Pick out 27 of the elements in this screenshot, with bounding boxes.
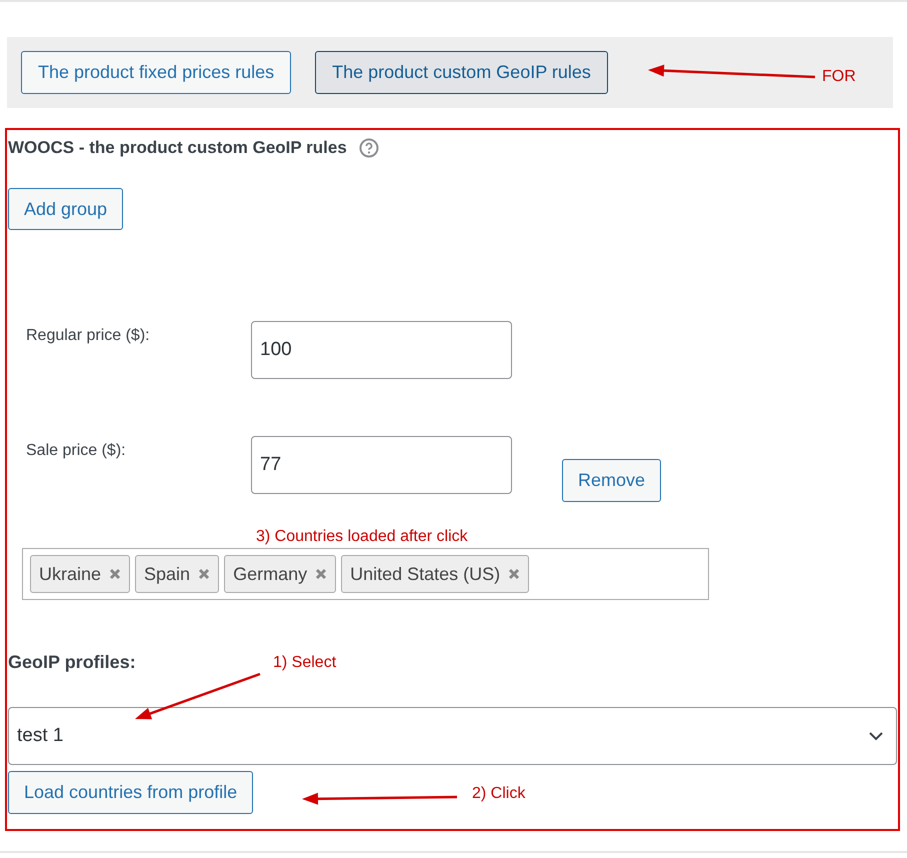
country-tag: Ukraine <box>30 555 130 593</box>
section-title: WOOCS - the product custom GeoIP rules <box>8 138 347 158</box>
price-field[interactable]: 77 <box>251 436 512 494</box>
tab[interactable]: The product fixed prices rules <box>21 51 292 94</box>
country-tag: Spain <box>135 555 220 593</box>
load-countries-button[interactable]: Load countries from profile <box>8 771 254 814</box>
countries-field[interactable]: Ukraine Spain Germany United States (US) <box>22 548 709 600</box>
chevron-down-icon <box>868 731 884 741</box>
remove-icon[interactable] <box>109 568 122 580</box>
remove-icon[interactable] <box>508 568 520 580</box>
remove-icon[interactable] <box>315 568 328 580</box>
profiles-label: GeoIP profiles: <box>8 652 136 673</box>
country-tag: United States (US) <box>341 555 530 593</box>
profile-select[interactable]: test 1 <box>8 707 897 765</box>
field-label: Sale price ($): <box>26 442 127 460</box>
annotation-text: FOR <box>822 68 856 86</box>
annotation-text: 2) Click <box>472 785 526 803</box>
remove-icon[interactable] <box>198 568 210 580</box>
add-group-button[interactable]: Add group <box>8 188 124 230</box>
annotation-text: 3) Countries loaded after click <box>256 528 468 546</box>
tab[interactable]: The product custom GeoIP rules <box>315 51 608 94</box>
help-icon[interactable] <box>358 138 379 158</box>
remove-button[interactable]: Remove <box>562 458 662 502</box>
field-label: Regular price ($): <box>26 327 151 345</box>
price-field[interactable]: 100 <box>251 321 512 379</box>
country-tag: Germany <box>224 555 336 593</box>
annotation-text: 1) Select <box>273 654 336 672</box>
